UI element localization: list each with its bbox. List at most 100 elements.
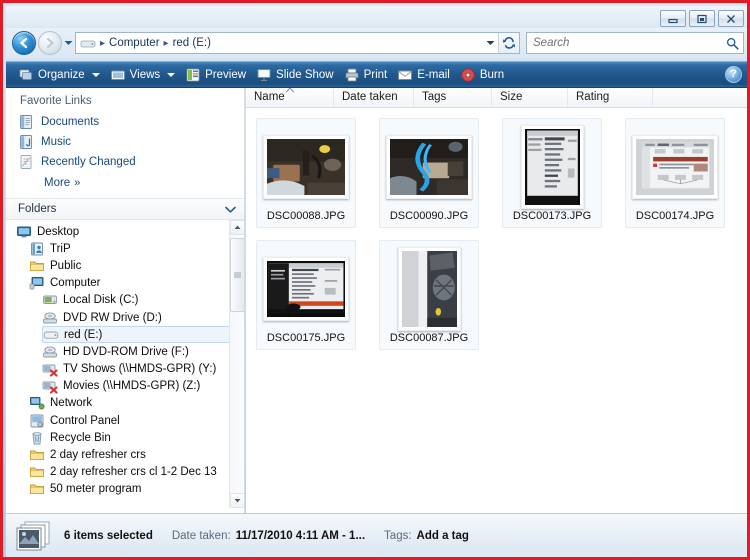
favorite-item-documents[interactable]: Documents (6, 112, 244, 132)
network-icon (30, 397, 45, 410)
tree-item-hd-dvd-rom-drive-f[interactable]: HD DVD-ROM Drive (F:) (42, 343, 244, 360)
thumbnail-frame (632, 135, 718, 199)
file-name-label: DSC00090.JPG (389, 210, 469, 222)
column-header-blank[interactable] (653, 88, 747, 107)
folder-icon (30, 467, 44, 478)
scroll-up-button[interactable] (230, 220, 244, 235)
breadcrumb-item-drive[interactable]: red (E:) (170, 37, 214, 49)
more-links-button[interactable]: More » (6, 172, 244, 194)
burn-button[interactable]: Burn (456, 64, 510, 85)
tree-item-control-panel[interactable]: Control Panel (29, 412, 244, 429)
recently-changed-icon (20, 155, 32, 169)
window-controls (660, 10, 744, 27)
title-bar (6, 6, 747, 28)
slide-show-button[interactable]: Slide Show (252, 64, 340, 85)
tree-item-trip[interactable]: TriP (29, 240, 244, 257)
favorite-item-recently-changed[interactable]: Recently Changed (6, 152, 244, 172)
file-tile[interactable]: DSC00174.JPG (625, 118, 725, 228)
tree-item-recycle-bin[interactable]: Recycle Bin (29, 429, 244, 446)
folders-section-header[interactable]: Folders (6, 198, 244, 220)
tags-value[interactable]: Add a tag (417, 530, 469, 542)
close-button[interactable] (718, 10, 744, 27)
tree-item-network[interactable]: Network (29, 395, 244, 412)
breadcrumb-separator: ▸ (163, 37, 169, 49)
views-icon (110, 70, 125, 80)
column-header-label: Name (254, 91, 285, 103)
file-name-label: DSC00088.JPG (266, 210, 346, 222)
tree-item-label: TV Shows (\\HMDS-GPR) (Y:) (63, 363, 217, 376)
email-button[interactable]: E-mail (393, 64, 456, 85)
tree-item-movies-hmds-gpr-z[interactable]: Movies (\\HMDS-GPR) (Z:) (42, 378, 244, 395)
column-header-name[interactable]: Name (246, 88, 334, 107)
tree-item-public[interactable]: Public (29, 257, 244, 274)
organize-icon (19, 69, 32, 80)
file-tile[interactable]: DSC00087.JPG (379, 240, 479, 350)
file-name-label: DSC00087.JPG (389, 332, 469, 344)
organize-button[interactable]: Organize (14, 64, 106, 85)
help-button[interactable]: ? (725, 66, 742, 83)
thumbnail-image (267, 261, 345, 317)
date-taken-value[interactable]: 11/17/2010 4:11 AM - 1... (236, 530, 365, 542)
computer-icon (29, 277, 44, 290)
column-header-size[interactable]: Size (492, 88, 568, 107)
tree-item-local-disk-c[interactable]: Local Disk (C:) (42, 292, 244, 309)
tree-item-computer[interactable]: Computer (29, 275, 244, 292)
tree-item-50-meter-program[interactable]: 50 meter program (29, 481, 244, 498)
tree-item-desktop[interactable]: Desktop (16, 223, 244, 240)
documents-icon (20, 115, 32, 129)
folder-tree-scrollbar[interactable] (229, 220, 244, 508)
thumbnail-holder (263, 125, 349, 209)
favorite-item-music[interactable]: Music (6, 132, 244, 152)
tree-item-dvd-rw-drive-d[interactable]: DVD RW Drive (D:) (42, 309, 244, 326)
print-button[interactable]: Print (340, 64, 394, 85)
tree-item-2-day-refresher-crs-cl-1-2-dec-13[interactable]: 2 day refresher crs cl 1-2 Dec 13 (29, 464, 244, 481)
date-taken-label: Date taken: (171, 529, 231, 542)
tree-item-2-day-refresher-crs[interactable]: 2 day refresher crs (29, 446, 244, 463)
file-tile[interactable]: DSC00090.JPG (379, 118, 479, 228)
minimize-button[interactable] (660, 10, 686, 27)
back-button[interactable] (12, 31, 36, 55)
column-header-tags[interactable]: Tags (414, 88, 492, 107)
maximize-button[interactable] (689, 10, 715, 27)
tree-item-label: Public (50, 259, 82, 272)
tree-item-label: Control Panel (50, 414, 120, 427)
chevron-down-icon (91, 72, 100, 77)
chevron-down-icon[interactable] (225, 200, 236, 218)
preview-label: Preview (205, 68, 247, 81)
thumbnail-image (390, 139, 468, 195)
preview-icon (186, 68, 200, 81)
music-icon (20, 135, 32, 149)
address-bar[interactable]: ▸ Computer ▸ red (E:) (75, 32, 498, 54)
preview-button[interactable]: Preview (181, 64, 252, 85)
drive-icon (80, 40, 96, 47)
favorite-label: Music (41, 136, 72, 148)
tree-item-label: Recycle Bin (50, 431, 111, 444)
tree-item-label: 50 meter program (50, 483, 142, 496)
column-header-date-taken[interactable]: Date taken (334, 88, 414, 107)
netdrive-offline-icon (42, 364, 58, 377)
views-button[interactable]: Views (106, 64, 181, 85)
file-grid[interactable]: DSC00088.JPG DSC00090.JPG DSC00173.JPG DSC0… (246, 108, 747, 362)
harddisk-icon (43, 295, 57, 305)
burn-label: Burn (479, 68, 505, 81)
file-tile[interactable]: DSC00088.JPG (256, 118, 356, 228)
thumbnail-frame (263, 257, 349, 321)
search-input[interactable]: Search (526, 32, 744, 54)
address-dropdown-icon[interactable] (482, 33, 498, 53)
file-tile[interactable]: DSC00175.JPG (256, 240, 356, 350)
favorite-label: Recently Changed (41, 156, 136, 168)
slide-show-label: Slide Show (276, 68, 334, 81)
file-tile[interactable]: DSC00173.JPG (502, 118, 602, 228)
column-header-rating[interactable]: Rating (568, 88, 653, 107)
breadcrumb-item-computer[interactable]: Computer (106, 37, 163, 49)
envelope-icon (398, 70, 413, 80)
scrollbar-thumb[interactable] (230, 238, 244, 312)
forward-button[interactable] (38, 31, 62, 55)
tree-item-red-e[interactable]: red (E:) (42, 326, 244, 344)
history-dropdown-button[interactable] (62, 31, 74, 55)
tree-item-tv-shows-hmds-gpr-y[interactable]: TV Shows (\\HMDS-GPR) (Y:) (42, 361, 244, 378)
refresh-button[interactable] (498, 32, 520, 54)
user-icon (31, 242, 43, 256)
control-panel-icon (30, 414, 44, 428)
scroll-down-button[interactable] (230, 493, 244, 508)
